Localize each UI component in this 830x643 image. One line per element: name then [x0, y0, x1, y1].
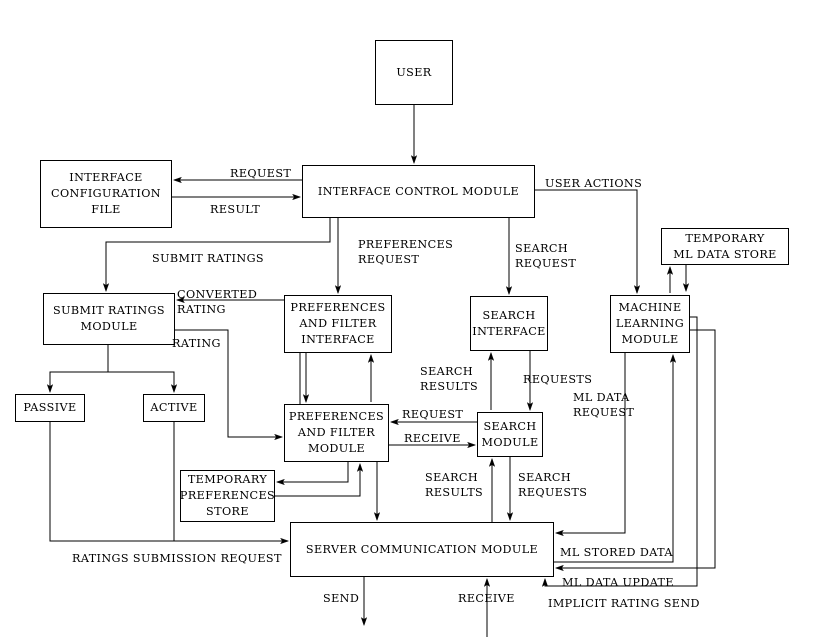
node-interface-configuration-file-label-1: CONFIGURATION: [50, 187, 161, 200]
edge-label-search-request-line-1: REQUEST: [515, 257, 577, 270]
edge-label-ratings-submission-request-text: RATINGS SUBMISSION REQUEST: [72, 552, 282, 565]
node-active-label-0: ACTIVE: [150, 401, 198, 414]
edge-label-ml-data-request: ML DATA REQUEST: [573, 390, 634, 420]
node-machine-learning-module-label-0: MACHINE: [618, 301, 682, 314]
node-interface-control-module[interactable]: INTERFACE CONTROL MODULE: [302, 165, 535, 218]
edge-label-converted-rating-line-1: RATING: [177, 303, 226, 316]
node-temporary-ml-data-store-label-1: ML DATA STORE: [673, 247, 777, 261]
node-temporary-preferences-store-label-1: PREFERENCES: [179, 489, 276, 502]
edge-label-search-results-upper: SEARCH RESULTS: [420, 364, 478, 394]
edge-label-receive-pf-search: RECEIVE: [404, 431, 461, 446]
node-preferences-and-filter-interface[interactable]: PREFERENCES AND FILTER INTERFACE: [284, 295, 392, 353]
node-server-communication-module-label-0: SERVER COMMUNICATION MODULE: [305, 542, 539, 556]
node-server-communication-module[interactable]: SERVER COMMUNICATION MODULE: [290, 522, 554, 577]
node-preferences-and-filter-interface-label-0: PREFERENCES: [290, 301, 386, 314]
block-diagram-canvas: USER INTERFACE CONFIGURATION FILE INTERF…: [0, 0, 830, 643]
node-machine-learning-module-label-1: LEARNING: [615, 317, 685, 330]
edge-label-search-results-upper-line-0: SEARCH: [420, 365, 474, 378]
node-preferences-and-filter-module-label-2: MODULE: [307, 442, 366, 455]
edge-label-preferences-request-line-0: PREFERENCES: [358, 238, 454, 251]
node-machine-learning-module[interactable]: MACHINE LEARNING MODULE: [610, 295, 690, 353]
edge-label-request-pf-search-text: REQUEST: [402, 408, 464, 421]
node-search-interface-label-1: INTERFACE: [472, 324, 546, 338]
edge-label-ml-data-request-line-1: REQUEST: [573, 406, 635, 419]
edge-label-submit-ratings: SUBMIT RATINGS: [152, 251, 264, 266]
node-temporary-ml-data-store-label-0: TEMPORARY: [685, 231, 765, 245]
wire-temp-preferences-store-to-pfm: [275, 464, 360, 497]
node-temporary-preferences-store[interactable]: TEMPORARY PREFERENCES STORE: [180, 470, 275, 522]
edge-label-receive-text: RECEIVE: [458, 592, 515, 605]
edge-label-send: SEND: [323, 591, 359, 606]
edge-label-send-text: SEND: [323, 592, 360, 605]
wire-pfm-to-temp-preferences-store: [277, 462, 349, 482]
node-interface-configuration-file[interactable]: INTERFACE CONFIGURATION FILE: [40, 160, 172, 228]
node-temporary-preferences-store-label-0: TEMPORARY: [187, 473, 268, 486]
edge-label-ml-data-update-text: ML DATA UPDATE: [562, 576, 674, 589]
wire-srm-to-active: [107, 345, 174, 392]
node-preferences-and-filter-interface-label-1: AND FILTER: [299, 317, 377, 330]
edge-label-search-requests-line-0: SEARCH: [518, 471, 572, 484]
node-preferences-and-filter-module-label-1: AND FILTER: [297, 426, 376, 439]
edge-label-result: RESULT: [210, 202, 260, 217]
edge-label-search-request: SEARCH REQUEST: [515, 241, 576, 271]
node-temporary-ml-data-store[interactable]: TEMPORARY ML DATA STORE: [661, 228, 789, 265]
node-submit-ratings-module[interactable]: SUBMIT RATINGS MODULE: [43, 293, 175, 345]
edge-label-search-results-upper-line-1: RESULTS: [420, 380, 479, 393]
node-submit-ratings-module-label-0: SUBMIT RATINGS: [53, 304, 165, 317]
edge-label-converted-rating-line-0: CONVERTED: [177, 288, 258, 301]
edge-label-rating: RATING: [172, 336, 221, 351]
edge-label-receive: RECEIVE: [458, 591, 515, 606]
edge-label-request-pf-search: REQUEST: [402, 407, 463, 422]
node-temporary-preferences-store-label-2: STORE: [206, 505, 249, 518]
edge-label-ml-data-update: ML DATA UPDATE: [562, 575, 674, 590]
node-interface-control-module-label-0: INTERFACE CONTROL MODULE: [317, 184, 520, 198]
node-search-module-label-1: MODULE: [481, 435, 539, 449]
node-user-label-0: USER: [396, 65, 432, 79]
edge-label-rating-text: RATING: [172, 337, 221, 350]
edge-label-ml-data-request-line-0: ML DATA: [573, 391, 630, 404]
edge-label-search-results-lower-line-0: SEARCH: [425, 471, 479, 484]
wire-srm-to-passive: [50, 345, 109, 392]
edge-label-search-requests: SEARCH REQUESTS: [518, 470, 587, 500]
edge-label-receive-pf-search-text: RECEIVE: [404, 432, 461, 445]
edge-label-requests: REQUESTS: [523, 372, 592, 387]
edge-label-search-results-lower-line-1: RESULTS: [425, 486, 484, 499]
wire-ml-data-update-to-server-comm: [556, 329, 716, 568]
node-submit-ratings-module-label-1: MODULE: [80, 320, 138, 333]
edge-label-ratings-submission-request: RATINGS SUBMISSION REQUEST: [72, 551, 282, 566]
node-search-interface-label-0: SEARCH: [482, 308, 536, 322]
node-search-module[interactable]: SEARCH MODULE: [477, 412, 543, 457]
edge-label-search-requests-line-1: REQUESTS: [518, 486, 588, 499]
edge-label-ml-stored-data: ML STORED DATA: [560, 545, 673, 560]
node-active[interactable]: ACTIVE: [143, 394, 205, 422]
edge-label-submit-ratings-text: SUBMIT RATINGS: [152, 252, 264, 265]
edge-label-implicit-rating-send-text: IMPLICIT RATING SEND: [548, 597, 700, 610]
edge-label-implicit-rating-send: IMPLICIT RATING SEND: [548, 596, 700, 611]
node-passive[interactable]: PASSIVE: [15, 394, 85, 422]
node-interface-configuration-file-label-2: FILE: [91, 203, 121, 216]
node-interface-configuration-file-label-0: INTERFACE: [69, 171, 143, 184]
node-search-interface[interactable]: SEARCH INTERFACE: [470, 296, 548, 351]
edge-label-ml-stored-data-text: ML STORED DATA: [560, 546, 673, 559]
edge-label-user-actions-text: USER ACTIONS: [545, 177, 643, 190]
node-passive-label-0: PASSIVE: [23, 401, 77, 414]
node-search-module-label-0: SEARCH: [483, 419, 537, 433]
edge-label-request: REQUEST: [230, 166, 291, 181]
edge-label-preferences-request: PREFERENCES REQUEST: [358, 237, 453, 267]
edge-label-result-text: RESULT: [210, 203, 261, 216]
edge-label-converted-rating: CONVERTED RATING: [177, 287, 257, 317]
edge-label-preferences-request-line-1: REQUEST: [358, 253, 420, 266]
node-preferences-and-filter-interface-label-2: INTERFACE: [301, 333, 375, 346]
edge-label-user-actions: USER ACTIONS: [545, 176, 642, 191]
node-machine-learning-module-label-2: MODULE: [621, 333, 679, 346]
node-user[interactable]: USER: [375, 40, 453, 105]
edge-label-search-request-line-0: SEARCH: [515, 242, 569, 255]
edge-label-search-results-lower: SEARCH RESULTS: [425, 470, 483, 500]
node-preferences-and-filter-module[interactable]: PREFERENCES AND FILTER MODULE: [284, 404, 389, 462]
edge-label-request-text: REQUEST: [230, 167, 292, 180]
edge-label-requests-text: REQUESTS: [523, 373, 593, 386]
node-preferences-and-filter-module-label-0: PREFERENCES: [288, 410, 385, 423]
